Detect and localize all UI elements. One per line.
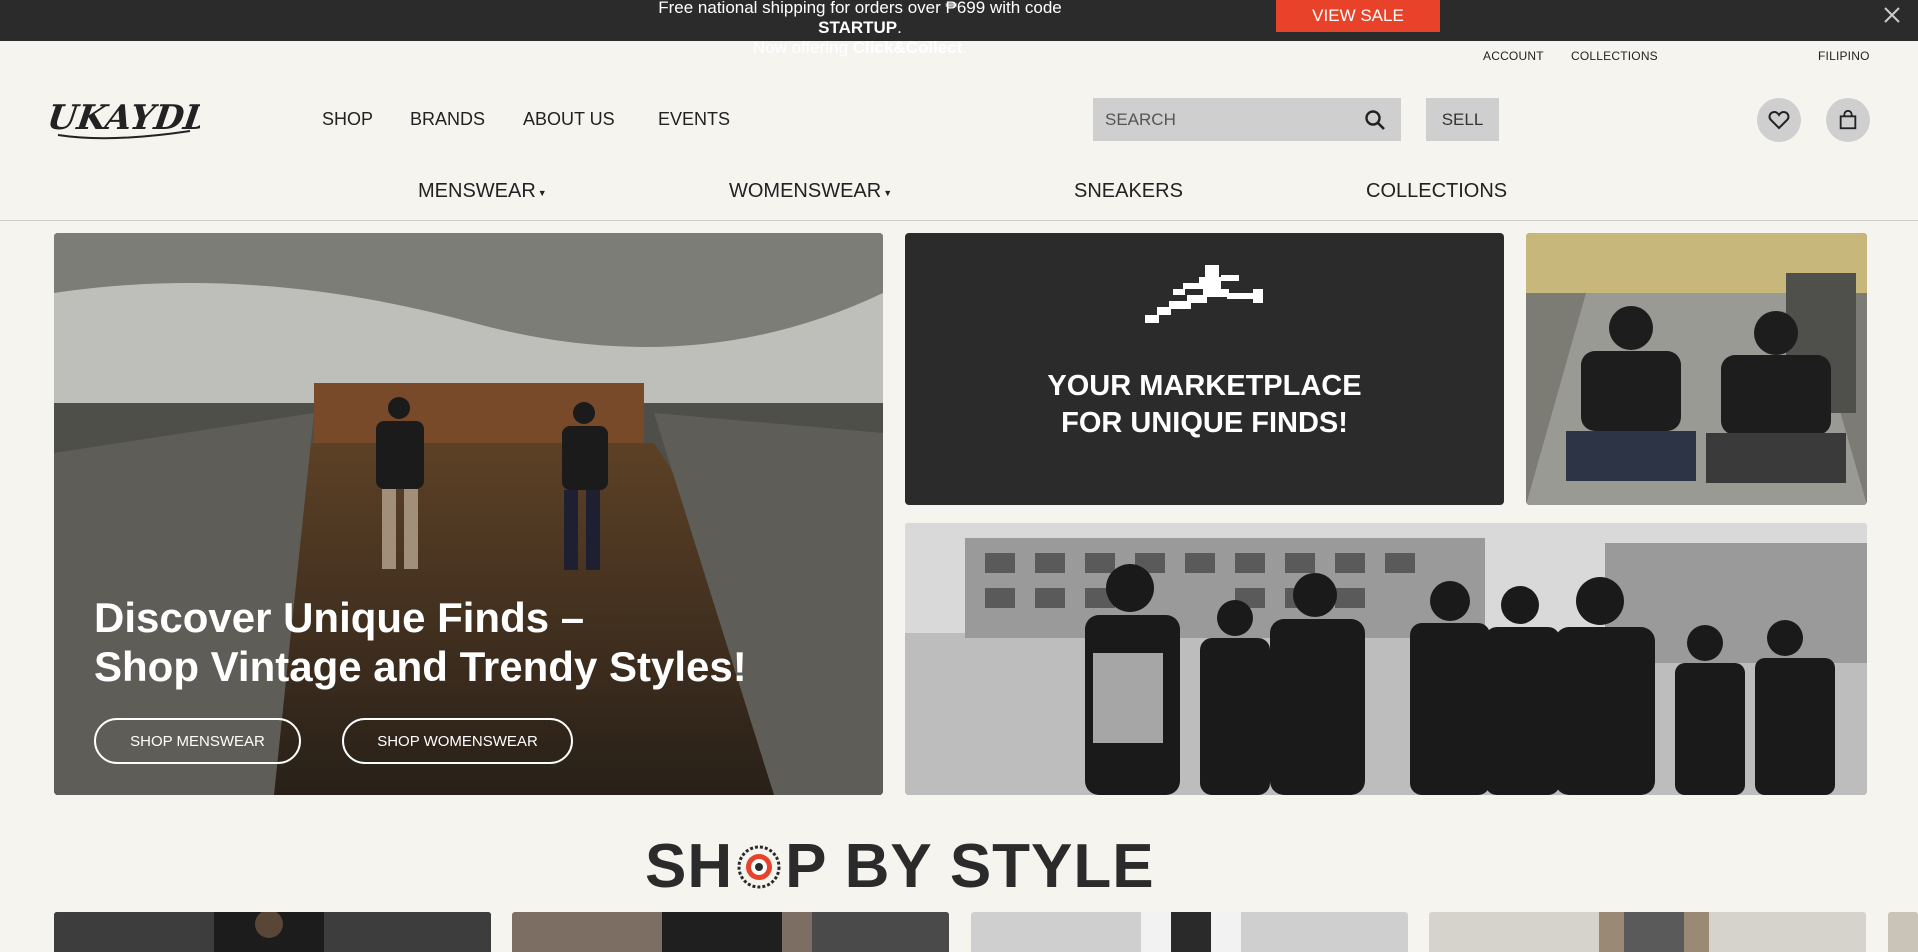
hero-headline: Discover Unique Finds – Shop Vintage and…: [94, 593, 747, 691]
style-tile[interactable]: [512, 912, 949, 952]
caret-down-icon: ▼: [883, 187, 893, 198]
close-icon[interactable]: [1880, 3, 1904, 27]
shopping-bag-icon: [1839, 109, 1857, 130]
category-collections[interactable]: COLLECTIONS: [1366, 180, 1507, 203]
cart-button[interactable]: [1826, 98, 1870, 142]
eye-logo-icon: [737, 845, 781, 889]
style-tile[interactable]: [1888, 912, 1918, 952]
logo[interactable]: UKAYDD: [50, 87, 200, 147]
hero-banner[interactable]: Discover Unique Finds – Shop Vintage and…: [54, 233, 883, 795]
hero-headline-line2: Shop Vintage and Trendy Styles!: [94, 643, 747, 690]
tagline-card: YOUR MARKETPLACE FOR UNIQUE FINDS!: [905, 233, 1504, 505]
promo-bar: Free national shipping for orders over ₱…: [0, 0, 1918, 57]
search-icon[interactable]: [1363, 108, 1387, 132]
heading-part2: P BY STYLE: [785, 832, 1155, 901]
site-header: ACCOUNT COLLECTIONS FILIPINO UKAYDD SHOP…: [0, 41, 1918, 221]
language-selector[interactable]: FILIPINO: [1818, 49, 1870, 63]
style-tile-image: [1429, 912, 1866, 952]
account-link[interactable]: ACCOUNT: [1483, 49, 1544, 63]
search-input[interactable]: [1105, 98, 1355, 141]
category-menswear[interactable]: MENSWEAR ▼: [418, 180, 547, 203]
hero-headline-line1: Discover Unique Finds –: [94, 594, 585, 641]
category-sneakers[interactable]: SNEAKERS: [1074, 180, 1183, 203]
shop-menswear-button[interactable]: SHOP MENSWEAR: [94, 718, 301, 764]
tagline-line1: YOUR MARKETPLACE: [1047, 370, 1362, 402]
promo-photo-crowd[interactable]: [905, 523, 1867, 795]
category-label: SNEAKERS: [1074, 180, 1183, 202]
wishlist-button[interactable]: [1757, 98, 1801, 142]
category-label: MENSWEAR: [418, 180, 536, 202]
style-tile-image: [971, 912, 1408, 952]
category-label: WOMENSWEAR: [729, 180, 882, 202]
running-figure-icon: [1145, 265, 1263, 323]
heading-part1: SH: [645, 832, 734, 901]
style-tile[interactable]: [54, 912, 491, 952]
promo-punct: .: [897, 18, 902, 37]
sell-button[interactable]: SELL: [1426, 98, 1499, 141]
style-tile-image: [512, 912, 949, 952]
view-sale-button[interactable]: VIEW SALE: [1276, 0, 1440, 32]
tagline-line2: FOR UNIQUE FINDS!: [1061, 407, 1348, 439]
shop-by-style-heading: SH P BY STYLE: [645, 832, 1155, 902]
photo-image: [1526, 233, 1867, 505]
category-label: COLLECTIONS: [1366, 180, 1508, 202]
heart-icon: [1768, 110, 1790, 130]
photo-image: [905, 523, 1867, 795]
collections-link[interactable]: COLLECTIONS: [1571, 49, 1658, 63]
nav-shop[interactable]: SHOP: [322, 109, 373, 130]
promo-line1: Free national shipping for orders over ₱…: [658, 0, 1062, 17]
caret-down-icon: ▼: [537, 187, 547, 198]
style-tile[interactable]: [1429, 912, 1866, 952]
category-womenswear[interactable]: WOMENSWEAR ▼: [729, 180, 892, 203]
promo-photo-friends[interactable]: [1526, 233, 1867, 505]
hero-image: [54, 233, 883, 795]
promo-code: STARTUP: [818, 18, 898, 37]
nav-events[interactable]: EVENTS: [658, 109, 730, 130]
style-tile-image: [54, 912, 491, 952]
tagline-text: YOUR MARKETPLACE FOR UNIQUE FINDS!: [905, 368, 1504, 442]
nav-about-us[interactable]: ABOUT US: [523, 109, 615, 130]
shop-womenswear-button[interactable]: SHOP WOMENSWEAR: [342, 718, 573, 764]
style-tile[interactable]: [971, 912, 1408, 952]
search-bar: [1093, 98, 1401, 141]
nav-brands[interactable]: BRANDS: [410, 109, 485, 130]
